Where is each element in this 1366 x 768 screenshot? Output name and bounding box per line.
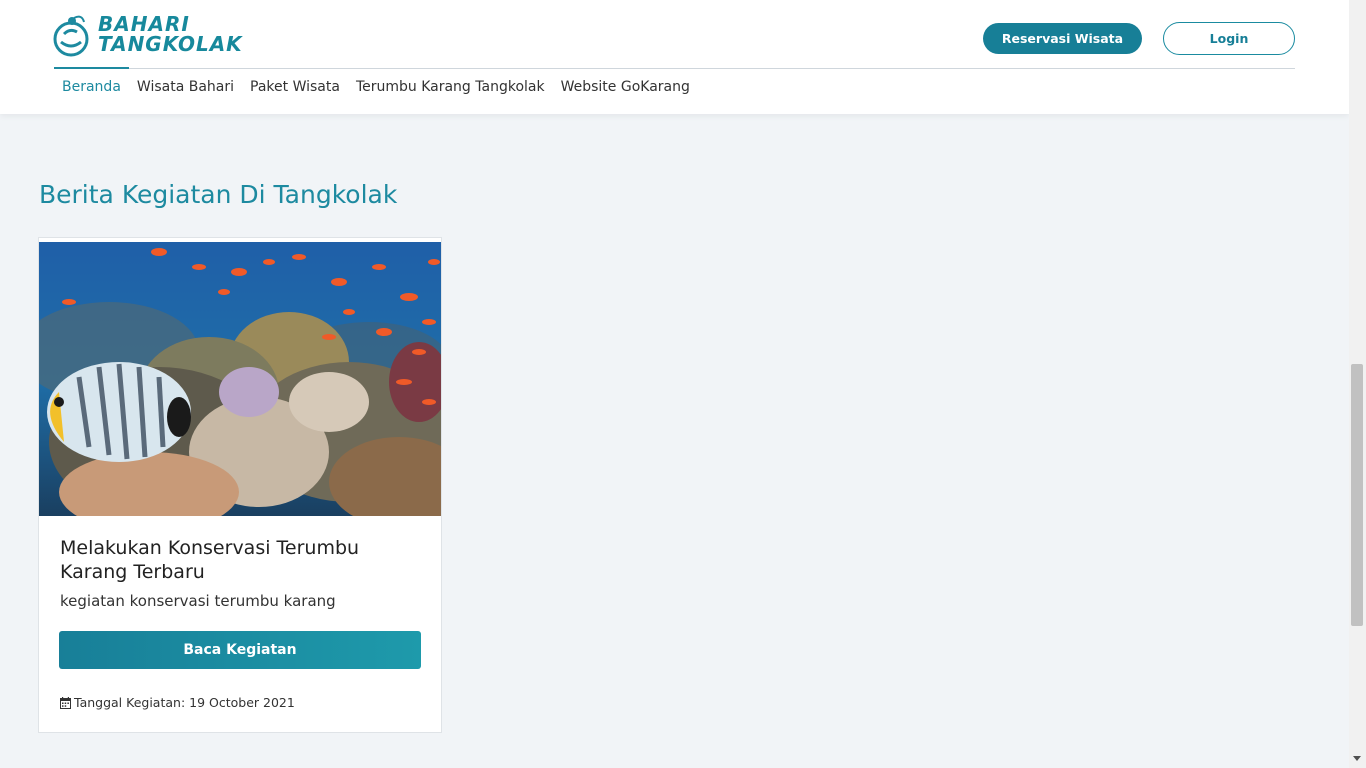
site-logo[interactable]: BAHARI TANGKOLAK — [52, 12, 242, 58]
nav-item-website-gokarang[interactable]: Website GoKarang — [553, 68, 698, 106]
card-description: kegiatan konservasi terumbu karang — [60, 592, 336, 610]
nav-item-terumbu-karang[interactable]: Terumbu Karang Tangkolak — [348, 68, 553, 106]
logo-icon — [53, 15, 89, 57]
logo-line-2: TANGKOLAK — [98, 32, 243, 56]
nav-item-wisata-bahari[interactable]: Wisata Bahari — [129, 68, 242, 106]
reservasi-wisata-button[interactable]: Reservasi Wisata — [983, 23, 1142, 54]
logo-line-1: BAHARI — [98, 12, 190, 36]
nav-item-beranda[interactable]: Beranda — [54, 67, 129, 107]
baca-kegiatan-button[interactable]: Baca Kegiatan — [59, 631, 421, 669]
scroll-down-arrow-icon[interactable] — [1353, 756, 1361, 761]
logo-wordmark: BAHARI TANGKOLAK — [98, 14, 243, 54]
site-header: BAHARI TANGKOLAK Reservasi Wisata Login … — [0, 0, 1349, 114]
card-date: Tanggal Kegiatan: 19 October 2021 — [60, 695, 295, 710]
section-title: Berita Kegiatan Di Tangkolak — [39, 180, 398, 209]
main-nav: Beranda Wisata Bahari Paket Wisata Terum… — [54, 67, 698, 108]
card-title[interactable]: Melakukan Konservasi Terumbu Karang Terb… — [60, 536, 420, 584]
scrollbar-thumb[interactable] — [1351, 364, 1363, 626]
login-button[interactable]: Login — [1163, 22, 1295, 55]
page-scrollbar[interactable] — [1349, 0, 1366, 768]
news-card: Melakukan Konservasi Terumbu Karang Terb… — [38, 237, 442, 733]
calendar-icon — [60, 696, 71, 709]
coral-reef-photo[interactable] — [39, 242, 441, 516]
nav-item-paket-wisata[interactable]: Paket Wisata — [242, 68, 348, 106]
coral-reef-illustration — [39, 242, 441, 516]
card-date-text: Tanggal Kegiatan: 19 October 2021 — [74, 695, 295, 710]
